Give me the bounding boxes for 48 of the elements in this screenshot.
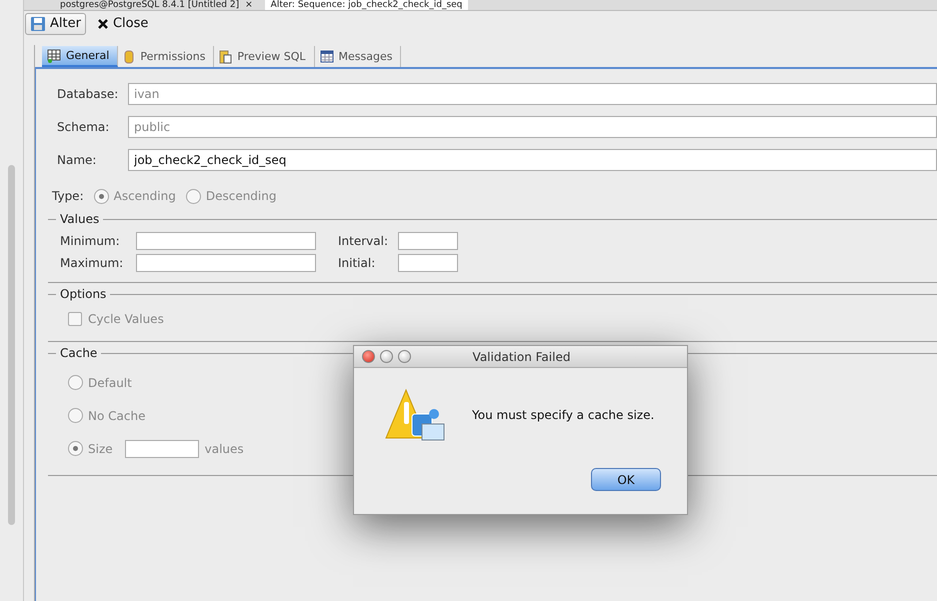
field-label: Name: bbox=[57, 152, 98, 166]
document-tab[interactable]: postgres@PostgreSQL 8.4.1 [Untitled 2] × bbox=[54, 0, 259, 10]
radio-label: Descending bbox=[206, 189, 276, 203]
close-light-icon[interactable] bbox=[362, 350, 375, 363]
field-label: Maximum: bbox=[60, 256, 124, 270]
radio-button[interactable] bbox=[68, 408, 83, 423]
radio-label: Default bbox=[88, 376, 132, 390]
radio-label: No Cache bbox=[88, 408, 146, 422]
radio-label: Size bbox=[88, 442, 113, 456]
field-label: Minimum: bbox=[60, 234, 121, 248]
document-tab[interactable]: Alter: Sequence: job_check2_check_id_seq bbox=[264, 0, 468, 10]
radio-button[interactable] bbox=[186, 188, 201, 204]
group-title: Options bbox=[59, 287, 108, 301]
checkbox[interactable] bbox=[68, 312, 82, 326]
minimize-light-icon bbox=[380, 350, 393, 363]
scrollbar[interactable] bbox=[8, 165, 15, 525]
cache-size-field[interactable] bbox=[124, 440, 199, 458]
radio-button[interactable] bbox=[68, 375, 83, 390]
type-label: Type: bbox=[52, 189, 84, 203]
radio-button[interactable] bbox=[68, 441, 83, 456]
dialog-title: Validation Failed bbox=[472, 350, 572, 364]
values-label: values bbox=[204, 442, 244, 456]
radio-button[interactable] bbox=[94, 188, 109, 204]
field-label: Schema: bbox=[57, 120, 110, 134]
field-label: Interval: bbox=[338, 234, 389, 248]
zoom-light-icon bbox=[398, 350, 411, 363]
checkbox-label: Cycle Values bbox=[88, 312, 164, 326]
field-label: Initial: bbox=[338, 256, 376, 270]
tab[interactable]: General bbox=[42, 46, 118, 67]
group-title: Cache bbox=[59, 346, 98, 360]
number-field[interactable] bbox=[136, 254, 316, 272]
field-label: Database: bbox=[57, 86, 120, 100]
tab[interactable]: Messages bbox=[314, 46, 402, 67]
alter-button[interactable]: Alter bbox=[25, 12, 86, 34]
number-field[interactable] bbox=[398, 254, 458, 272]
close-button[interactable]: Close bbox=[92, 13, 154, 34]
radio-label: Ascending bbox=[114, 189, 176, 203]
table-icon bbox=[47, 48, 61, 62]
text-field[interactable]: job_check2_check_id_seq bbox=[128, 148, 937, 170]
number-field[interactable] bbox=[398, 232, 458, 250]
document-icon bbox=[219, 50, 232, 64]
ok-button[interactable]: OK bbox=[591, 468, 661, 491]
group-title: Values bbox=[59, 212, 100, 226]
number-field[interactable] bbox=[136, 232, 316, 250]
tab[interactable]: Preview SQL bbox=[214, 46, 315, 67]
close-icon bbox=[96, 18, 109, 30]
dialog-message: You must specify a cache size. bbox=[472, 408, 654, 422]
tab[interactable]: Permissions bbox=[118, 46, 214, 67]
